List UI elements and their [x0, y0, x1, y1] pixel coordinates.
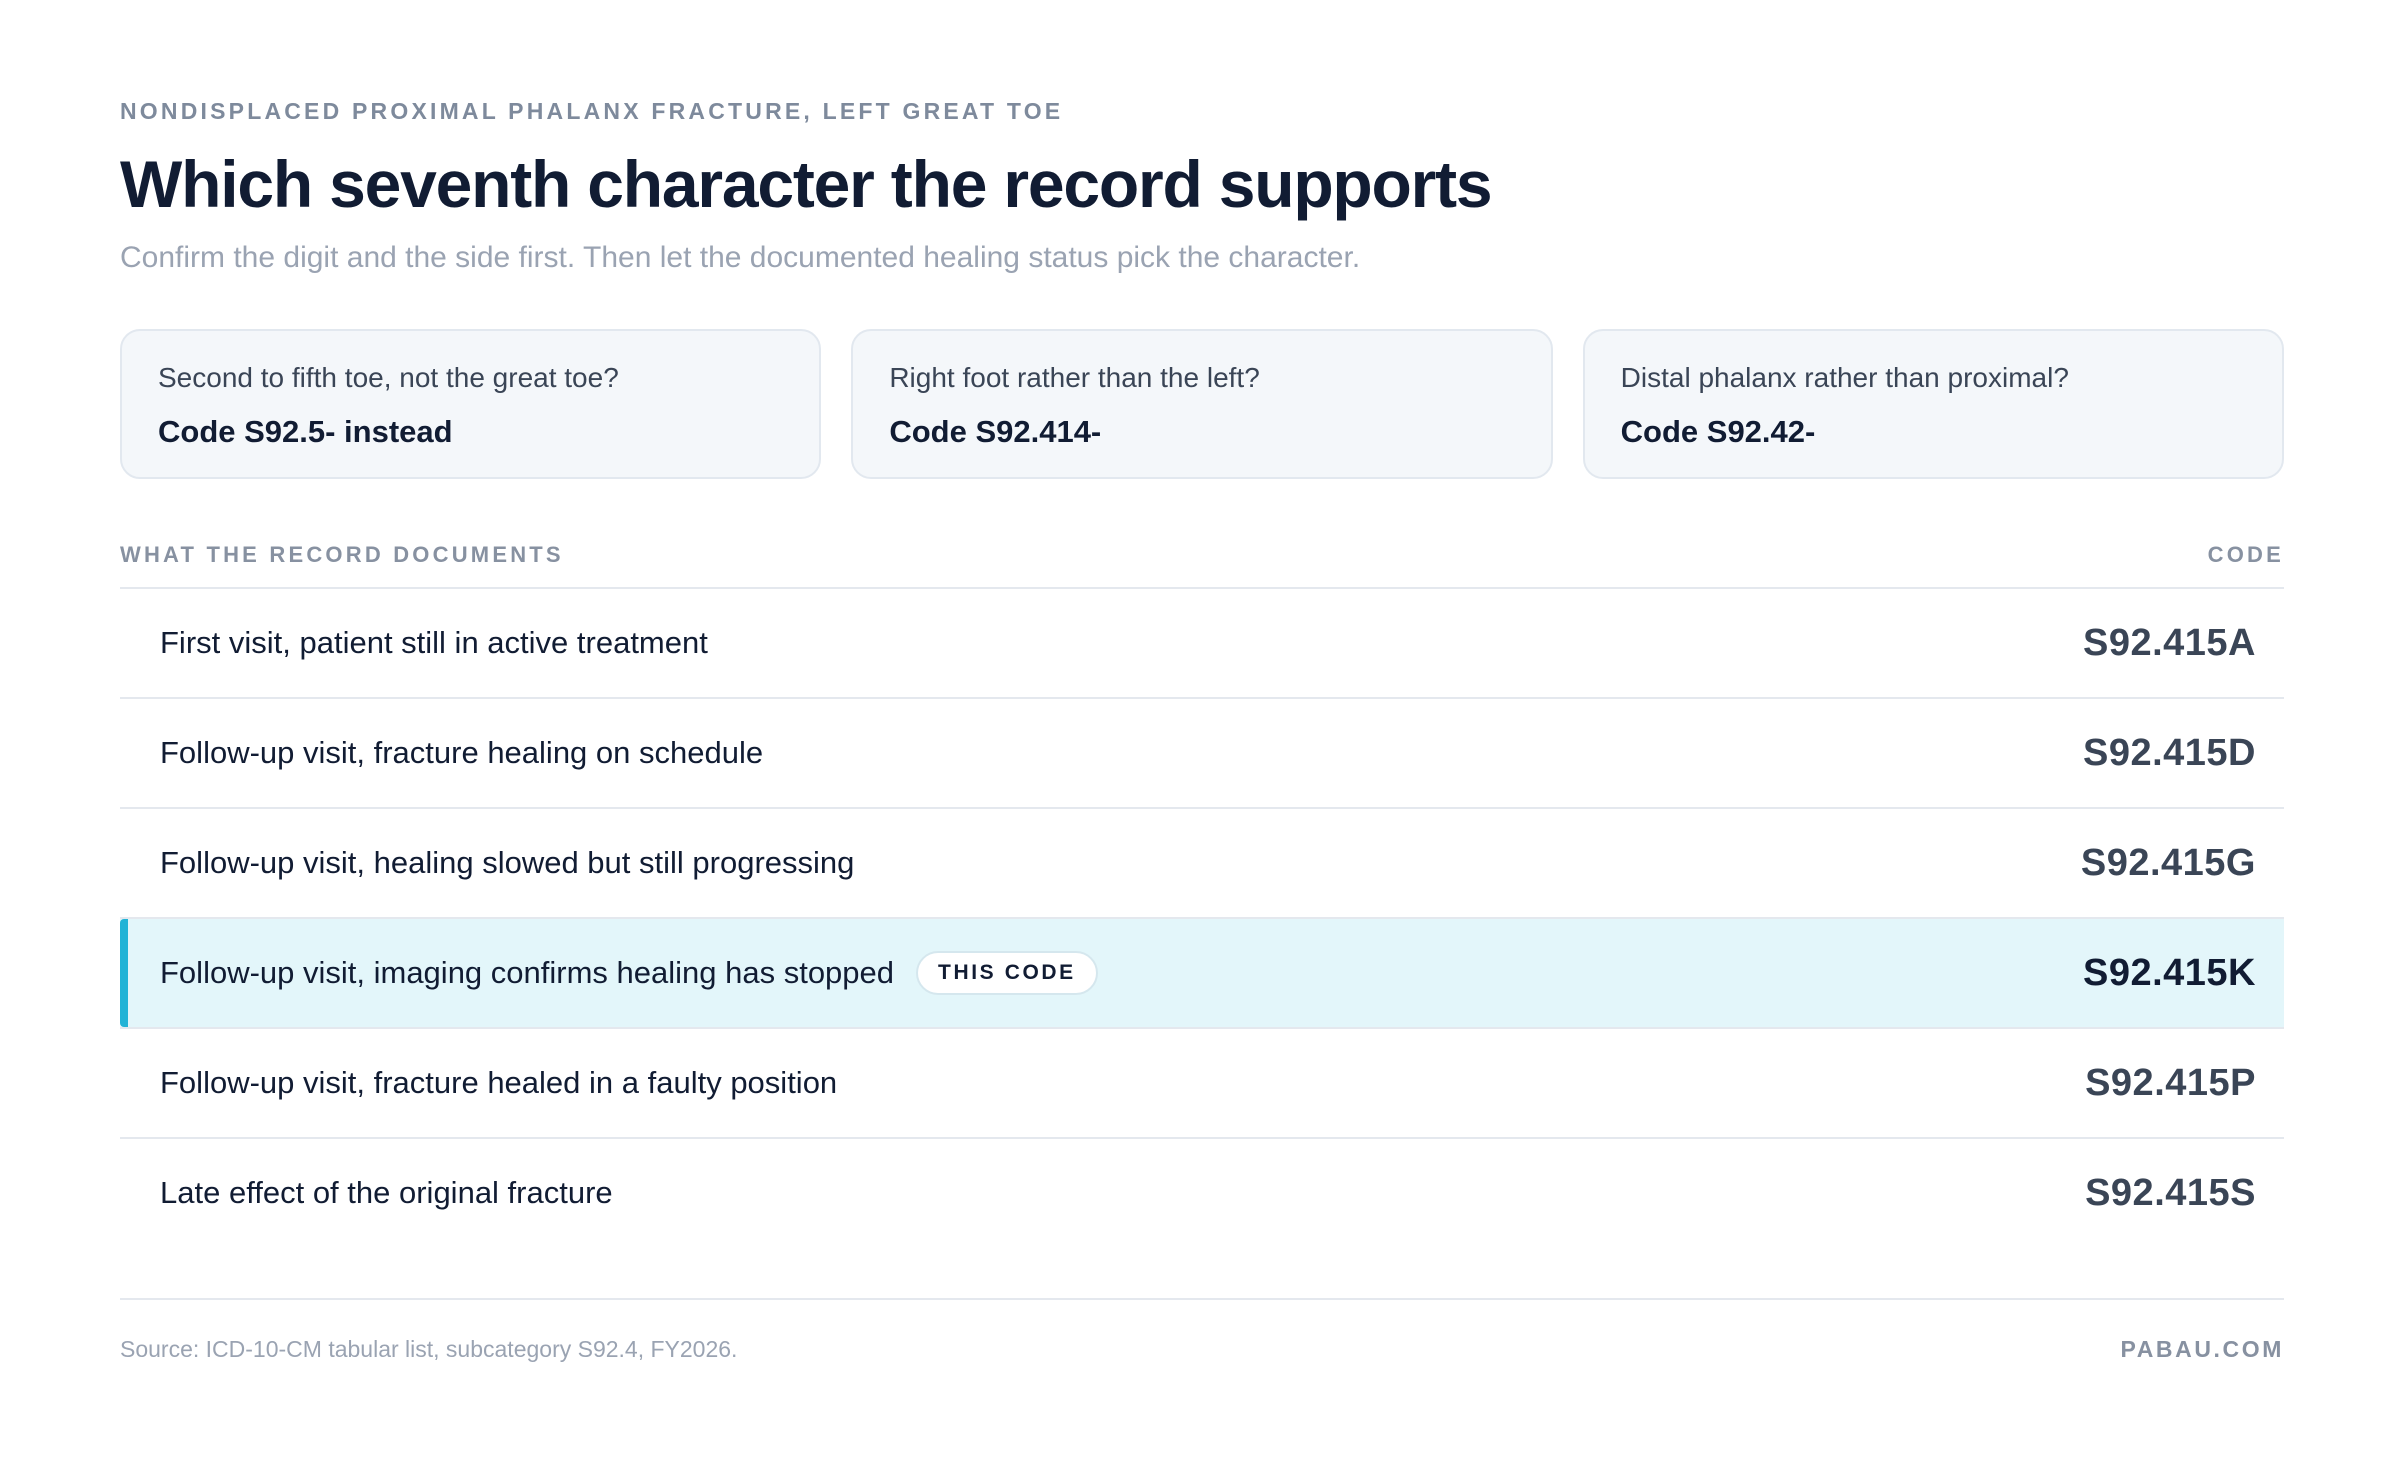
table-row-selected[interactable]: Follow-up visit, imaging confirms healin… [120, 919, 2284, 1029]
check-answer: Code S92.42- [1620, 413, 1816, 449]
source-note: Source: ICD-10-CM tabular list, subcateg… [120, 1336, 738, 1362]
check-card-phalanx: Distal phalanx rather than proximal? Cod… [1582, 329, 2284, 479]
row-code: S92.415K [2082, 951, 2256, 994]
check-answer: Code S92.5- instead [158, 413, 453, 449]
page-subtitle: Confirm the digit and the side first. Th… [120, 241, 1361, 274]
check-question: Right foot rather than the left? [889, 362, 1260, 393]
page-title: Which seventh character the record suppo… [120, 147, 1493, 221]
check-cards: Second to fifth toe, not the great toe? … [120, 329, 2284, 479]
row-code: S92.415P [2085, 1061, 2256, 1104]
check-question: Second to fifth toe, not the great toe? [158, 362, 619, 393]
check-question: Distal phalanx rather than proximal? [1620, 362, 2069, 393]
brand-link[interactable]: PABAU.COM [2120, 1336, 2284, 1363]
row-label: Follow-up visit, fracture healing on sch… [160, 735, 764, 771]
table-row[interactable]: Follow-up visit, fracture healing on sch… [120, 699, 2284, 809]
this-code-badge: THIS CODE [916, 951, 1098, 995]
eyebrow: NONDISPLACED PROXIMAL PHALANX FRACTURE, … [120, 98, 1064, 124]
row-label: Late effect of the original fracture [160, 1175, 613, 1211]
footer-divider [120, 1298, 2284, 1300]
check-card-digit: Second to fifth toe, not the great toe? … [120, 329, 822, 479]
table-row[interactable]: Follow-up visit, healing slowed but stil… [120, 809, 2284, 919]
row-label: Follow-up visit, imaging confirms healin… [160, 955, 895, 991]
row-code: S92.415G [2080, 841, 2256, 884]
row-label: First visit, patient still in active tre… [160, 625, 708, 661]
table-header: WHAT THE RECORD DOCUMENTS CODE [120, 542, 2284, 582]
row-label: Follow-up visit, healing slowed but stil… [160, 845, 855, 881]
check-card-side: Right foot rather than the left? Code S9… [851, 329, 1553, 479]
page: NONDISPLACED PROXIMAL PHALANX FRACTURE, … [120, 0, 2284, 1472]
code-table: First visit, patient still in active tre… [120, 587, 2284, 1247]
row-code: S92.415S [2085, 1171, 2256, 1214]
row-code: S92.415A [2082, 621, 2256, 664]
table-row[interactable]: Follow-up visit, fracture healed in a fa… [120, 1029, 2284, 1139]
row-code: S92.415D [2082, 731, 2256, 774]
table-row[interactable]: First visit, patient still in active tre… [120, 589, 2284, 699]
check-answer: Code S92.414- [889, 413, 1102, 449]
column-header-code: CODE [2207, 542, 2284, 567]
table-row[interactable]: Late effect of the original fracture S92… [120, 1139, 2284, 1247]
column-header-documents: WHAT THE RECORD DOCUMENTS [120, 542, 564, 567]
row-label: Follow-up visit, fracture healed in a fa… [160, 1065, 838, 1101]
